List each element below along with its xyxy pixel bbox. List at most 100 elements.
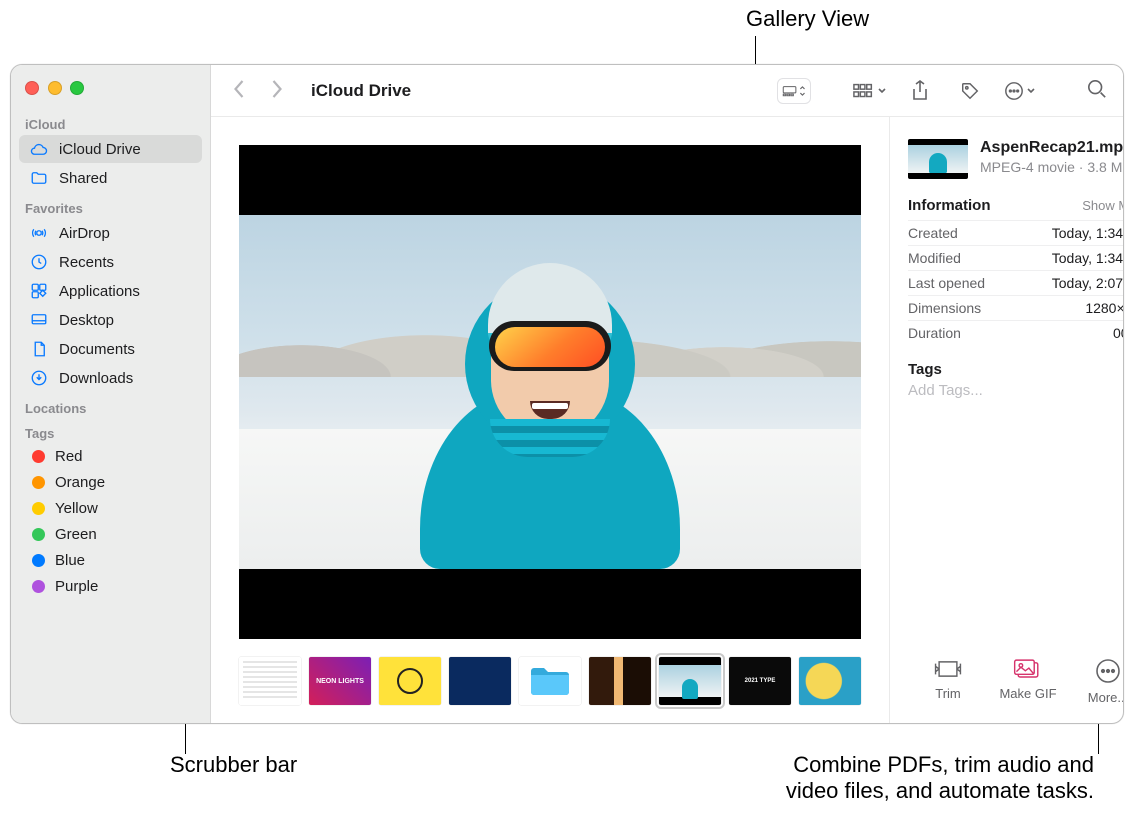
cloud-icon [29,139,49,159]
tag-dot-icon [32,580,45,593]
sidebar-section-icloud: iCloud [11,109,210,134]
desktop-icon [29,310,49,330]
sidebar-tag-blue[interactable]: Blue [19,548,202,573]
search-button[interactable] [1087,79,1107,102]
info-panel: AspenRecap21.mp4 MPEG-4 movie · 3.8 MB I… [889,117,1124,723]
make-gif-button[interactable]: Make GIF [988,658,1068,705]
sidebar-item-desktop[interactable]: Desktop [19,306,202,334]
window-title: iCloud Drive [305,81,411,101]
callout-scrubber-bar: Scrubber bar [170,752,297,778]
back-button[interactable] [233,79,246,102]
callout-quick-actions-2: video files, and automate tasks. [654,778,1094,804]
more-icon [1095,658,1121,684]
nav-buttons [211,79,305,102]
info-value: 00:06 [1113,325,1124,341]
sidebar-item-airdrop[interactable]: AirDrop [19,219,202,247]
make-gif-icon [1012,658,1044,680]
sidebar-item-label: Yellow [55,500,98,517]
sidebar-tag-orange[interactable]: Orange [19,470,202,495]
apps-icon [29,281,49,301]
tags-button[interactable] [953,77,987,105]
preview-area[interactable] [239,145,861,639]
file-thumbnail [908,139,968,179]
sidebar-tag-purple[interactable]: Purple [19,574,202,599]
info-key: Created [908,225,958,241]
sidebar-tag-yellow[interactable]: Yellow [19,496,202,521]
thumb-item[interactable]: 2021 TYPE [729,657,791,705]
thumb-item[interactable] [449,657,511,705]
sidebar-item-label: Applications [59,283,140,300]
minimize-button[interactable] [48,81,62,95]
tag-dot-icon [32,528,45,541]
sidebar-item-documents[interactable]: Documents [19,335,202,363]
info-value: Today, 1:34 PM [1052,250,1124,266]
info-key: Dimensions [908,300,981,316]
sidebar-item-label: Shared [59,170,107,187]
info-key: Last opened [908,275,985,291]
sidebar-item-label: Purple [55,578,98,595]
callout-quick-actions-1: Combine PDFs, trim audio and [654,752,1094,778]
sidebar-item-shared[interactable]: Shared [19,164,202,192]
thumb-item[interactable] [379,657,441,705]
info-value: Today, 2:07 PM [1052,275,1124,291]
sidebar-item-label: AirDrop [59,225,110,242]
finder-window: iCloud iCloud Drive Shared Favorites Air… [10,64,1124,724]
gallery-area: NEON LIGHTS 2021 TYPE [211,117,889,723]
sidebar-item-recents[interactable]: Recents [19,248,202,276]
fullscreen-button[interactable] [70,81,84,95]
sidebar-tag-red[interactable]: Red [19,444,202,469]
gallery-view-button[interactable] [777,78,811,104]
content-area: NEON LIGHTS 2021 TYPE AspenRecap21.mp4 M… [211,117,1123,723]
show-more-button[interactable]: Show More [1082,198,1124,213]
info-table: Created Today, 1:34 PM Modified Today, 1:3… [908,220,1124,345]
share-button[interactable] [903,77,937,105]
group-button[interactable] [853,77,887,105]
info-value: 1280×720 [1085,300,1124,316]
sidebar-item-label: iCloud Drive [59,141,141,158]
forward-button[interactable] [270,79,283,102]
thumb-item-selected[interactable] [659,657,721,705]
thumb-item[interactable] [799,657,861,705]
sidebar-section-favorites: Favorites [11,193,210,218]
trim-icon [932,658,964,680]
tags-heading: Tags [908,361,1124,378]
quick-actions: Trim Make GIF More... [908,648,1124,723]
download-icon [29,368,49,388]
tag-dot-icon [32,502,45,515]
qa-label: Trim [935,686,961,701]
thumb-item[interactable]: NEON LIGHTS [309,657,371,705]
video-frame [239,215,861,569]
callout-gallery-view: Gallery View [746,6,869,32]
info-value: Today, 1:34 PM [1052,225,1124,241]
sidebar-item-label: Recents [59,254,114,271]
file-kind: MPEG-4 movie · 3.8 MB [980,159,1124,175]
add-tags-field[interactable]: Add Tags... [908,382,1124,399]
tag-dot-icon [32,476,45,489]
window-controls [11,75,210,109]
clock-icon [29,252,49,272]
sidebar-section-tags: Tags [11,418,210,443]
airdrop-icon [29,223,49,243]
thumb-item[interactable] [589,657,651,705]
toolbar: iCloud Drive [211,65,1123,117]
more-button[interactable] [1003,77,1037,105]
more-actions-button[interactable]: More... [1068,658,1124,705]
close-button[interactable] [25,81,39,95]
scrubber-bar[interactable]: NEON LIGHTS 2021 TYPE [239,639,861,723]
qa-label: Make GIF [999,686,1056,701]
sidebar-item-label: Downloads [59,370,133,387]
folder-shared-icon [29,168,49,188]
sidebar-item-applications[interactable]: Applications [19,277,202,305]
sidebar-item-downloads[interactable]: Downloads [19,364,202,392]
trim-button[interactable]: Trim [908,658,988,705]
sidebar-item-icloud-drive[interactable]: iCloud Drive [19,135,202,163]
sidebar: iCloud iCloud Drive Shared Favorites Air… [11,65,211,723]
sidebar-item-label: Desktop [59,312,114,329]
thumb-item-folder[interactable] [519,657,581,705]
thumb-item[interactable] [239,657,301,705]
tag-dot-icon [32,554,45,567]
qa-label: More... [1088,690,1124,705]
sidebar-tag-green[interactable]: Green [19,522,202,547]
info-key: Modified [908,250,961,266]
sidebar-item-label: Documents [59,341,135,358]
